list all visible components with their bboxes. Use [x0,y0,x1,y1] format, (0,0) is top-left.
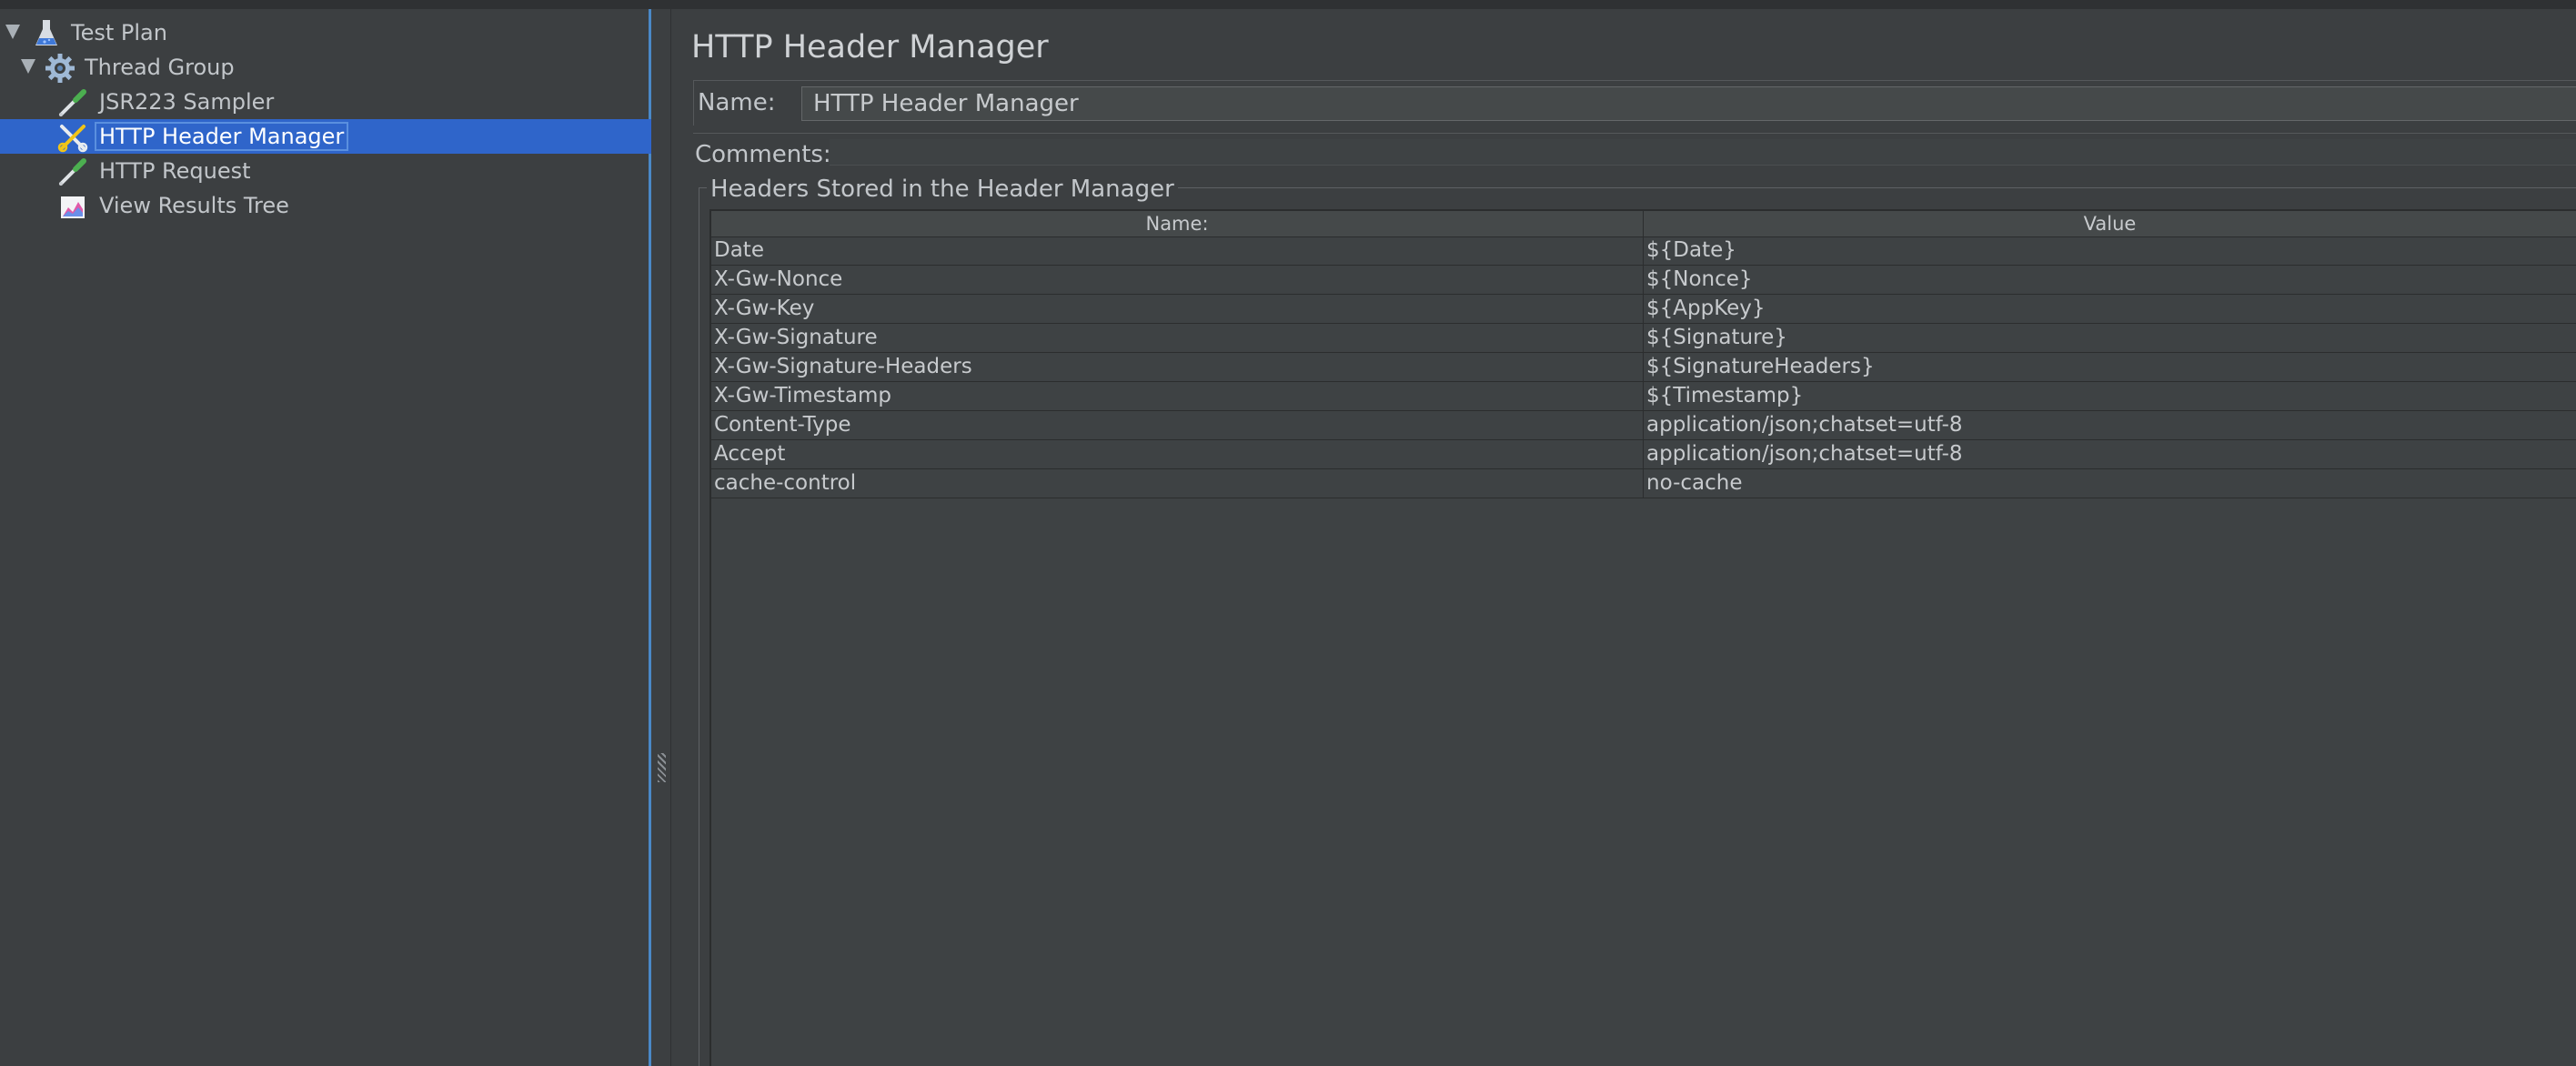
tree-item-view-results-tree[interactable]: View Results Tree [0,188,651,223]
header-value-cell[interactable]: ${AppKey} [1644,295,2576,323]
chart-icon [57,191,88,222]
pipette-icon [57,87,88,118]
tree-item-http-request[interactable]: HTTP Request [0,154,651,188]
header-value-cell[interactable]: ${Timestamp} [1644,382,2576,410]
header-value-cell[interactable]: no-cache [1644,469,2576,498]
header-name-cell[interactable]: X-Gw-Timestamp [711,382,1644,410]
header-value-cell[interactable]: ${Date} [1644,236,2576,265]
table-row[interactable]: X-Gw-Key ${AppKey} [711,295,2576,324]
test-plan-tree: Test Plan Thread Group JSR223 Sampler HT… [0,9,651,1066]
tree-item-label: View Results Tree [99,193,289,218]
column-header-value[interactable]: Value [1644,211,2576,236]
table-row[interactable]: X-Gw-Signature ${Signature} [711,324,2576,353]
header-value-cell[interactable]: application/json;chatset=utf-8 [1644,411,2576,439]
gear-icon [45,53,75,84]
tree-item-jsr223-sampler[interactable]: JSR223 Sampler [0,85,651,119]
tree-item-label: Test Plan [71,20,167,45]
headers-group-title: Headers Stored in the Header Manager [707,176,1178,203]
table-row[interactable]: X-Gw-Nonce ${Nonce} [711,266,2576,295]
expand-arrow-icon[interactable] [21,59,35,74]
scissors-icon [57,122,88,153]
tree-item-label: HTTP Request [99,158,251,184]
panel-splitter[interactable] [651,9,671,1066]
name-row: Name: [693,80,2576,126]
header-name-cell[interactable]: Content-Type [711,411,1644,439]
headers-table: Name: Value Date ${Date} X-Gw-Nonce ${No… [709,209,2576,1066]
tree-item-label: JSR223 Sampler [99,89,275,115]
tree-item-label: HTTP Header Manager [95,122,349,151]
header-name-cell[interactable]: X-Gw-Key [711,295,1644,323]
pipette-icon [57,156,88,187]
tree-item-label: Thread Group [85,55,235,80]
header-value-cell[interactable]: ${Signature} [1644,324,2576,352]
tree-item-thread-group[interactable]: Thread Group [0,50,651,85]
table-header: Name: Value [711,211,2576,237]
expand-arrow-icon[interactable] [5,25,20,39]
element-config-panel: HTTP Header Manager Name: Comments: Head… [671,9,2576,1066]
table-row[interactable]: Date ${Date} [711,236,2576,266]
name-label: Name: [698,89,776,116]
comments-field[interactable] [830,139,2576,166]
header-name-cell[interactable]: cache-control [711,469,1644,498]
column-header-name[interactable]: Name: [711,211,1644,236]
table-row[interactable]: cache-control no-cache [711,469,2576,498]
flask-icon [31,18,62,49]
tree-item-test-plan[interactable]: Test Plan [0,15,651,50]
header-value-cell[interactable]: application/json;chatset=utf-8 [1644,440,2576,468]
header-name-cell[interactable]: Date [711,236,1644,265]
header-name-cell[interactable]: X-Gw-Nonce [711,266,1644,294]
splitter-grip-icon[interactable] [658,753,666,782]
comments-row: Comments: [693,133,2576,169]
header-name-cell[interactable]: X-Gw-Signature-Headers [711,353,1644,381]
tree-item-http-header-manager[interactable]: HTTP Header Manager [0,119,651,154]
header-value-cell[interactable]: ${Nonce} [1644,266,2576,294]
name-field[interactable] [801,86,2576,121]
jmeter-window: Test Plan Thread Group JSR223 Sampler HT… [0,0,2576,1066]
header-name-cell[interactable]: X-Gw-Signature [711,324,1644,352]
table-row[interactable]: Content-Type application/json;chatset=ut… [711,411,2576,440]
table-row[interactable]: X-Gw-Timestamp ${Timestamp} [711,382,2576,411]
comments-label: Comments: [695,141,831,168]
header-name-cell[interactable]: Accept [711,440,1644,468]
table-row[interactable]: X-Gw-Signature-Headers ${SignatureHeader… [711,353,2576,382]
page-title: HTTP Header Manager [691,29,1049,65]
header-value-cell[interactable]: ${SignatureHeaders} [1644,353,2576,381]
table-row[interactable]: Accept application/json;chatset=utf-8 [711,440,2576,469]
